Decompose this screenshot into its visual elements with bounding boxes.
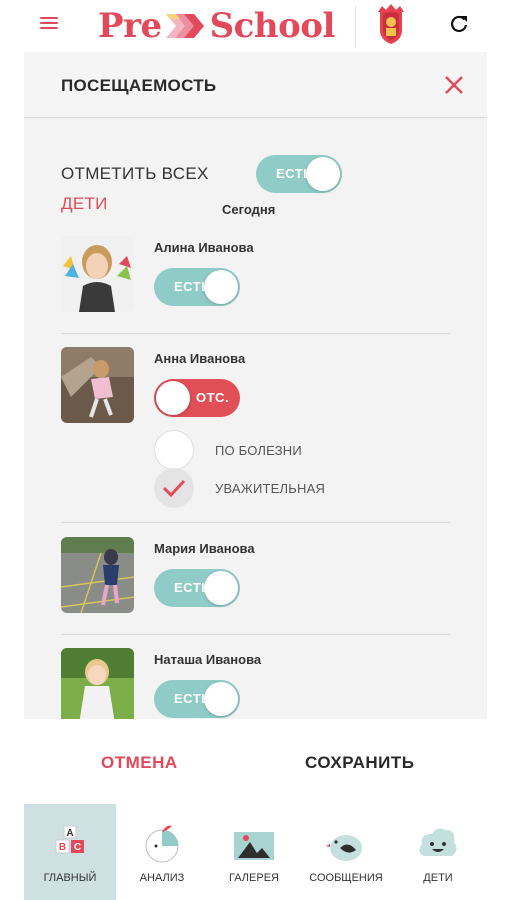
nav-item-messages[interactable]: СООБЩЕНИЯ <box>300 804 392 900</box>
row-divider <box>61 333 450 334</box>
logo-text-pre: Pre <box>98 6 162 46</box>
nav-item-gallery[interactable]: ГАЛЕРЕЯ <box>208 804 300 900</box>
bottom-nav: A B C ГЛАВНЫЙ АНАЛИЗ ГАЛЕРЕЯ СООБЩЕНИЯ Д… <box>24 804 487 900</box>
toggle-label: ОТС. <box>196 390 230 405</box>
reason-option-illness[interactable]: ПО БОЛЕЗНИ <box>154 430 454 470</box>
attendance-toggle[interactable]: ОТС. <box>154 379 240 417</box>
row-divider <box>61 522 450 523</box>
radio-circle <box>154 468 194 508</box>
reason-label: ПО БОЛЕЗНИ <box>215 443 302 458</box>
hamburger-menu-icon[interactable] <box>40 17 58 31</box>
child-name: Алина Иванова <box>154 240 254 255</box>
app-header: Pre School <box>0 0 507 52</box>
row-divider <box>61 634 450 635</box>
toggle-knob <box>156 381 190 415</box>
nav-label: ГАЛЕРЕЯ <box>229 872 279 884</box>
nav-item-main[interactable]: A B C ГЛАВНЫЙ <box>24 804 116 900</box>
reason-label: УВАЖИТЕЛЬНАЯ <box>215 481 326 496</box>
toggle-knob <box>204 270 238 304</box>
preschool-logo: Pre School <box>98 4 335 48</box>
close-icon[interactable] <box>444 75 464 95</box>
child-name: Анна Иванова <box>154 351 246 366</box>
child-photo <box>61 236 134 312</box>
child-name: Мария Иванова <box>154 541 255 556</box>
nav-item-analysis[interactable]: АНАЛИЗ <box>116 804 208 900</box>
child-name: Наташа Иванова <box>154 652 262 667</box>
nav-label: АНАЛИЗ <box>139 872 185 884</box>
coat-of-arms-icon <box>378 4 404 44</box>
nav-label: СООБЩЕНИЯ <box>309 872 383 884</box>
action-bar: ОТМЕНА СОХРАНИТЬ <box>0 719 507 803</box>
date-label: Сегодня <box>222 202 276 217</box>
mark-all-toggle[interactable]: ЕСТЬ <box>256 155 342 193</box>
logo-text-school: School <box>209 6 336 46</box>
toggle-knob <box>204 682 238 716</box>
cancel-button[interactable]: ОТМЕНА <box>101 753 178 773</box>
toggle-knob <box>204 571 238 605</box>
attendance-toggle[interactable]: ЕСТЬ <box>154 268 240 306</box>
attendance-toggle[interactable]: ЕСТЬ <box>154 680 240 718</box>
refresh-icon[interactable] <box>449 14 469 34</box>
logo-arrow-icon <box>165 14 204 38</box>
smiling-cloud-icon <box>419 828 457 856</box>
attendance-title: ПОСЕЩАЕМОСТЬ <box>61 76 217 95</box>
attendance-toggle[interactable]: ЕСТЬ <box>154 569 240 607</box>
attendance-header: ПОСЕЩАЕМОСТЬ <box>24 52 487 118</box>
bird-icon <box>326 835 362 861</box>
nav-label: ДЕТИ <box>423 872 453 884</box>
header-divider <box>355 6 356 48</box>
child-photo <box>61 537 134 613</box>
apple-icon <box>145 825 179 863</box>
block-letter-a: A <box>66 828 73 839</box>
picture-icon <box>234 832 274 860</box>
child-photo <box>61 347 134 423</box>
radio-circle <box>154 430 194 470</box>
attendance-panel: ПОСЕЩАЕМОСТЬ ОТМЕТИТЬ ВСЕХ ЕСТЬ ДЕТИ Сег… <box>24 52 487 719</box>
nav-item-kids[interactable]: ДЕТИ <box>392 804 484 900</box>
child-photo <box>61 648 134 719</box>
mark-all-label: ОТМЕТИТЬ ВСЕХ <box>61 164 209 183</box>
reason-option-excused[interactable]: УВАЖИТЕЛЬНАЯ <box>154 468 454 508</box>
nav-label: ГЛАВНЫЙ <box>43 872 97 884</box>
abc-blocks-icon: A B C <box>55 825 84 854</box>
check-icon <box>162 479 186 498</box>
block-letter-b: B <box>59 842 66 853</box>
toggle-knob <box>306 157 340 191</box>
block-letter-c: C <box>74 842 81 853</box>
save-button[interactable]: СОХРАНИТЬ <box>305 753 415 773</box>
kids-section-label: ДЕТИ <box>61 194 108 213</box>
